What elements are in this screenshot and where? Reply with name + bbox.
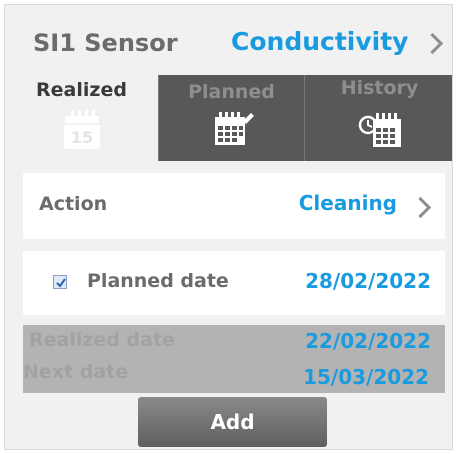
sensor-label: SI1 Sensor: [33, 29, 178, 57]
tab-label: Realized: [36, 79, 127, 101]
tab-history[interactable]: History: [304, 75, 452, 161]
checkmark-icon: [56, 278, 66, 288]
action-selector[interactable]: Action Cleaning: [23, 173, 445, 239]
next-date-label: Next date: [23, 361, 129, 383]
next-date-value[interactable]: 15/03/2022: [303, 365, 429, 389]
calendar-history-icon: [355, 107, 405, 158]
planned-date-row: Planned date 28/02/2022: [23, 251, 445, 315]
tab-label: Planned: [188, 81, 275, 103]
calendar-15-icon: 15: [62, 107, 102, 156]
sensor-maintenance-panel: SI1 Sensor Conductivity Realized 15 Plan…: [4, 4, 453, 450]
add-button[interactable]: Add: [138, 397, 327, 447]
realized-date-label: Realized date: [29, 329, 175, 351]
tab-realized[interactable]: Realized 15: [5, 75, 158, 161]
planned-date-value[interactable]: 28/02/2022: [305, 269, 431, 293]
tab-planned[interactable]: Planned: [158, 75, 304, 161]
tab-bar: Realized 15 Planned History: [5, 75, 452, 161]
tab-label: History: [340, 77, 419, 99]
calendar-day-number: 15: [70, 128, 92, 147]
chevron-right-icon[interactable]: [421, 32, 444, 55]
planned-date-checkbox[interactable]: [53, 275, 67, 289]
realized-next-dates: Realized date 22/02/2022 Next date 15/03…: [23, 325, 445, 393]
realized-date-value[interactable]: 22/02/2022: [305, 329, 431, 353]
sensor-type-selector[interactable]: Conductivity: [231, 27, 408, 56]
action-label: Action: [39, 193, 108, 215]
chevron-right-icon: [409, 196, 432, 219]
planned-date-label: Planned date: [87, 270, 229, 292]
action-value: Cleaning: [298, 191, 397, 215]
header: SI1 Sensor Conductivity: [5, 5, 452, 75]
calendar-edit-icon: [209, 107, 255, 158]
